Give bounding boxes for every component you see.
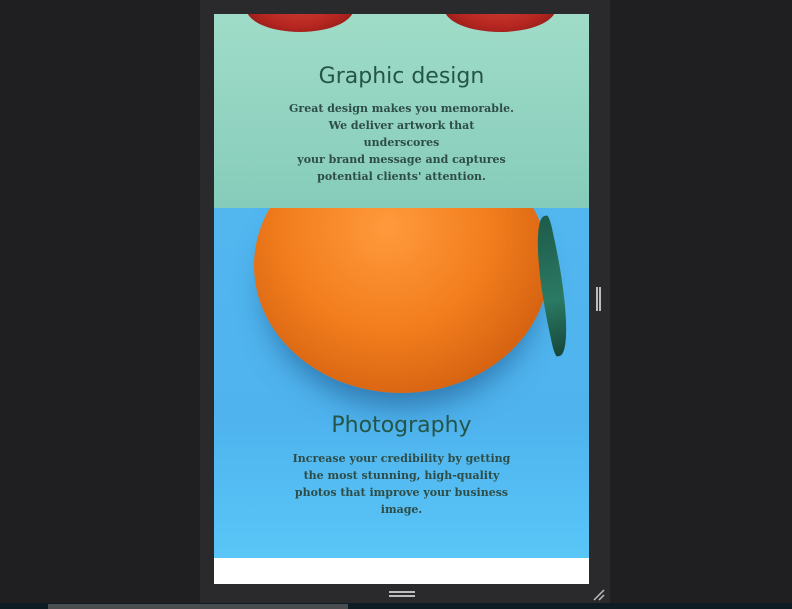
description-line: We deliver artwork that underscores [328,119,475,149]
description-line: photos that improve your business [294,486,509,499]
section-title: Graphic design [318,64,485,89]
section-description: Great design makes you memorable. We del… [289,100,514,185]
description-line: the most stunning, high-quality [303,469,500,482]
apple-image [444,14,556,32]
resize-corner-icon[interactable] [592,588,606,602]
section-description: Increase your credibility by getting the… [289,450,514,518]
resize-handle-icon[interactable] [389,591,415,597]
description-line: your brand message and captures [297,153,506,166]
orange-image [254,208,549,393]
taskbar-item[interactable] [48,604,348,609]
graphic-design-section: Graphic design Great design makes you me… [214,14,589,208]
description-line: image. [380,503,423,516]
preview-viewport: Graphic design Great design makes you me… [214,14,589,584]
description-line: Great design makes you memorable. [289,102,515,115]
description-line: potential clients' attention. [317,170,486,183]
resize-handle-icon[interactable] [596,287,601,311]
description-line: Increase your credibility by getting [292,452,511,465]
section-title: Photography [331,413,472,438]
photography-section: Photography Increase your credibility by… [214,208,589,558]
apple-image [246,14,354,32]
